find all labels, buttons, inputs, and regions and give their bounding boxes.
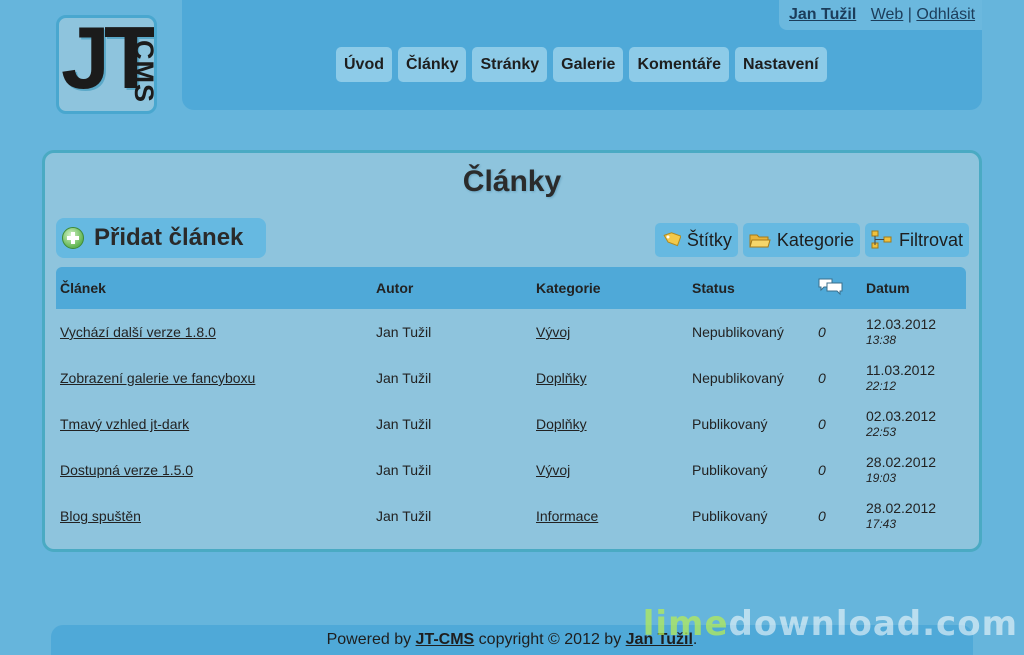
nav-item-komentare[interactable]: Komentáře xyxy=(629,47,730,82)
filter-tree-icon xyxy=(871,230,892,249)
col-status[interactable]: Status xyxy=(688,267,814,309)
col-author[interactable]: Autor xyxy=(372,267,532,309)
date-value: 28.02.2012 xyxy=(866,454,937,470)
article-date: 28.02.2012 19:03 xyxy=(862,447,966,493)
time-value: 22:53 xyxy=(866,425,897,439)
add-article-label: Přidat článek xyxy=(94,224,244,251)
date-value: 02.03.2012 xyxy=(866,408,937,424)
watermark-lime: lime xyxy=(642,604,729,644)
article-comment-count: 0 xyxy=(818,416,826,432)
article-date: 11.03.2012 22:12 xyxy=(862,355,966,401)
article-category-link[interactable]: Doplňky xyxy=(536,370,587,386)
col-date[interactable]: Datum xyxy=(862,267,966,309)
web-link[interactable]: Web xyxy=(871,6,904,23)
article-author: Jan Tužil xyxy=(376,462,432,478)
col-comments[interactable] xyxy=(814,267,862,309)
table-row: Tmavý vzhled jt-dark Jan Tužil Doplňky P… xyxy=(56,401,966,447)
time-value: 13:38 xyxy=(866,333,897,347)
filter-label: Filtrovat xyxy=(898,229,963,250)
logo-cms-text: CMS xyxy=(129,40,157,103)
time-value: 17:43 xyxy=(866,517,897,531)
add-article-button[interactable]: Přidat článek xyxy=(56,218,266,258)
footer-product-link[interactable]: JT-CMS xyxy=(416,631,475,648)
page-title: Články xyxy=(462,165,562,198)
article-author: Jan Tužil xyxy=(376,508,432,524)
articles-table: Článek Autor Kategorie Status Datum Vych… xyxy=(56,267,966,539)
logout-link[interactable]: Odhlásit xyxy=(916,6,975,23)
watermark: limedownload.com xyxy=(643,604,1018,644)
table-row: Blog spuštěn Jan Tužil Informace Publiko… xyxy=(56,493,966,539)
user-bar: Jan Tužil Web | Odhlásit xyxy=(779,0,982,30)
article-title-link[interactable]: Zobrazení galerie ve fancyboxu xyxy=(60,370,255,386)
table-row: Zobrazení galerie ve fancyboxu Jan Tužil… xyxy=(56,355,966,401)
article-comment-count: 0 xyxy=(818,324,826,340)
table-row: Dostupná verze 1.5.0 Jan Tužil Vývoj Pub… xyxy=(56,447,966,493)
article-comment-count: 0 xyxy=(818,508,826,524)
footer-middle: copyright © 2012 by xyxy=(474,631,626,648)
article-status[interactable]: Nepublikovaný xyxy=(688,309,814,355)
col-article[interactable]: Článek xyxy=(56,267,372,309)
userbar-separator: | xyxy=(907,6,912,23)
date-value: 12.03.2012 xyxy=(866,316,937,332)
toolbar: Štítky Kategorie Filtrovat xyxy=(654,223,969,257)
nav-item-nastaveni[interactable]: Nastavení xyxy=(735,47,827,82)
articles-panel: Články Přidat článek Štítky Kategorie Fi… xyxy=(42,150,982,552)
article-author: Jan Tužil xyxy=(376,324,432,340)
article-title-link[interactable]: Blog spuštěn xyxy=(60,508,141,524)
tags-button[interactable]: Štítky xyxy=(654,223,738,257)
nav-item-uvod[interactable]: Úvod xyxy=(336,47,392,82)
time-value: 19:03 xyxy=(866,471,897,485)
tags-label: Štítky xyxy=(686,229,732,250)
footer-prefix: Powered by xyxy=(326,631,416,648)
article-date: 02.03.2012 22:53 xyxy=(862,401,966,447)
folder-icon xyxy=(749,234,771,248)
article-comment-count: 0 xyxy=(818,370,826,386)
article-title-link[interactable]: Dostupná verze 1.5.0 xyxy=(60,462,193,478)
article-title-link[interactable]: Vychází další verze 1.8.0 xyxy=(60,324,216,340)
current-user-link[interactable]: Jan Tužil xyxy=(789,6,856,23)
article-status[interactable]: Publikovaný xyxy=(688,401,814,447)
article-author: Jan Tužil xyxy=(376,370,432,386)
watermark-rest: download.com xyxy=(728,604,1018,644)
header-panel: Jan Tužil Web | Odhlásit Úvod Články Str… xyxy=(182,0,982,110)
article-title-link[interactable]: Tmavý vzhled jt-dark xyxy=(60,416,189,432)
jt-cms-logo[interactable]: JT CMS xyxy=(56,15,157,114)
article-author: Jan Tužil xyxy=(376,416,432,432)
article-status[interactable]: Nepublikovaný xyxy=(688,355,814,401)
categories-button[interactable]: Kategorie xyxy=(742,223,860,257)
article-status[interactable]: Publikovaný xyxy=(688,493,814,539)
nav-item-stranky[interactable]: Stránky xyxy=(472,47,548,82)
article-date: 12.03.2012 13:38 xyxy=(862,309,966,355)
categories-label: Kategorie xyxy=(776,229,854,250)
nav-item-clanky[interactable]: Články xyxy=(398,47,467,82)
article-status[interactable]: Publikovaný xyxy=(688,447,814,493)
filter-button[interactable]: Filtrovat xyxy=(864,223,969,257)
article-category-link[interactable]: Vývoj xyxy=(536,324,570,340)
article-date: 28.02.2012 17:43 xyxy=(862,493,966,539)
article-category-link[interactable]: Informace xyxy=(536,508,598,524)
table-row: Vychází další verze 1.8.0 Jan Tužil Vývo… xyxy=(56,309,966,355)
plus-circle-icon xyxy=(62,227,84,249)
col-category[interactable]: Kategorie xyxy=(532,267,688,309)
date-value: 11.03.2012 xyxy=(866,362,936,378)
tag-icon xyxy=(663,232,681,247)
article-comment-count: 0 xyxy=(818,462,826,478)
main-nav: Úvod Články Stránky Galerie Komentáře Na… xyxy=(336,47,827,82)
nav-item-galerie[interactable]: Galerie xyxy=(553,47,624,82)
article-category-link[interactable]: Vývoj xyxy=(536,462,570,478)
article-category-link[interactable]: Doplňky xyxy=(536,416,587,432)
table-header-row: Článek Autor Kategorie Status Datum xyxy=(56,267,966,309)
comments-icon xyxy=(818,278,843,295)
time-value: 22:12 xyxy=(866,379,897,393)
date-value: 28.02.2012 xyxy=(866,500,937,516)
